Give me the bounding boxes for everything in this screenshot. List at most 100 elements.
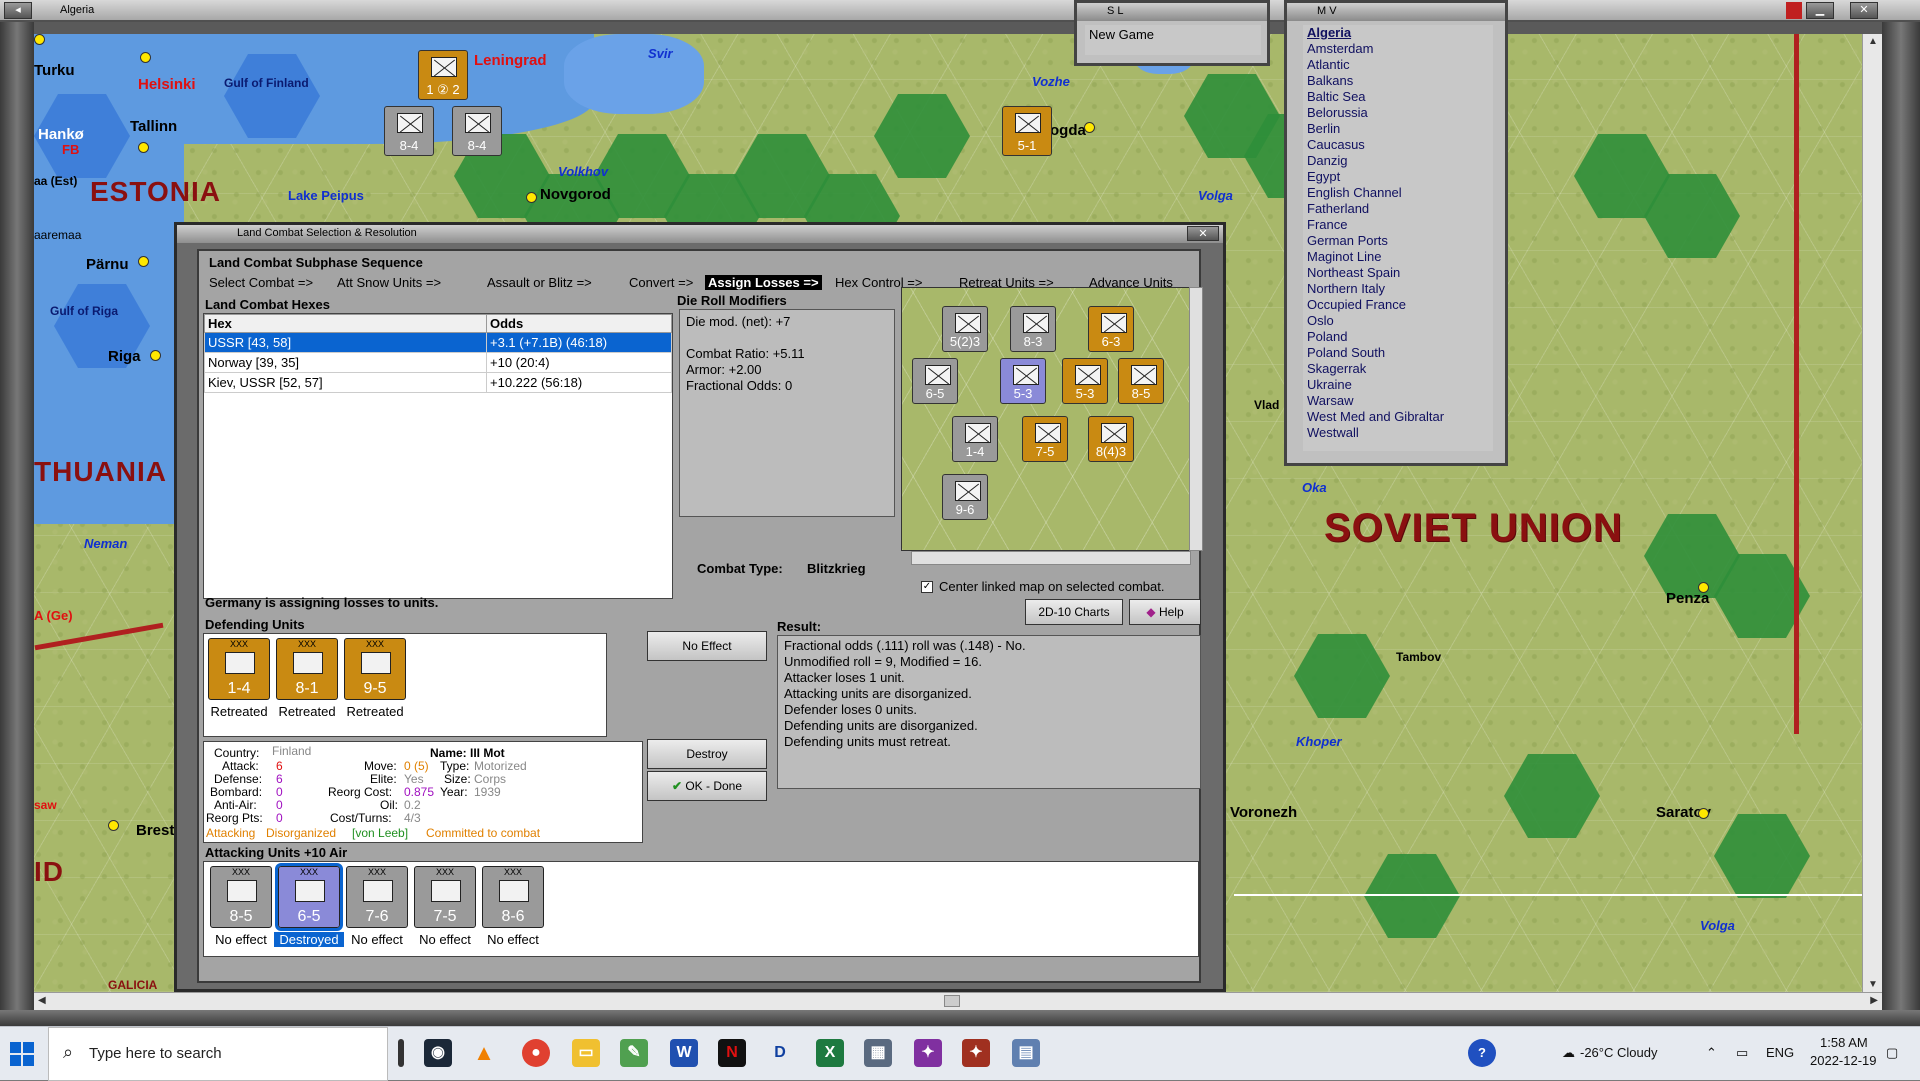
chrome-icon[interactable]: ● — [522, 1039, 550, 1067]
no-effect-button[interactable]: No Effect — [647, 631, 767, 661]
unit-counter[interactable]: XXX 6-5 — [275, 863, 343, 931]
map-view-item[interactable]: Egypt — [1303, 169, 1493, 185]
hex-cell: Kiev, USSR [52, 57] — [204, 372, 487, 393]
window-icon[interactable]: ▤ — [1012, 1039, 1040, 1067]
destroy-button[interactable]: Destroy — [647, 739, 767, 769]
mini-map[interactable]: 5(2)3 8-3 6-3 6-5 5-3 5-3 8-5 1-4 7-5 8(4)3 9-6 — [901, 287, 1191, 551]
disney-icon[interactable]: D — [766, 1039, 794, 1067]
network-icon[interactable]: ▭ — [1736, 1045, 1748, 1061]
calculator-icon[interactable]: ▦ — [864, 1039, 892, 1067]
dialog-close-button[interactable]: ✕ — [1187, 226, 1219, 241]
scroll-thumb[interactable] — [944, 995, 960, 1007]
map-vertical-scrollbar[interactable]: ▲ ▼ — [1862, 34, 1882, 992]
weather-text[interactable]: -26°C Cloudy — [1580, 1045, 1657, 1060]
task-view-icon[interactable] — [398, 1039, 404, 1067]
combat-hex-row[interactable]: Norway [39, 35] +10 (20:4) — [204, 352, 672, 373]
help-button[interactable]: ◆ Help — [1129, 599, 1201, 625]
sequence-step: Convert => — [629, 275, 694, 290]
map-view-item[interactable]: Poland — [1303, 329, 1493, 345]
center-linked-checkbox[interactable]: ✓ — [921, 581, 933, 593]
ok-done-button[interactable]: ✔ OK - Done — [647, 771, 767, 801]
map-view-item[interactable]: German Ports — [1303, 233, 1493, 249]
file-explorer-icon[interactable]: ▭ — [572, 1039, 600, 1067]
map-view-item[interactable]: Algeria — [1303, 25, 1493, 41]
forest-hex — [1364, 854, 1460, 938]
unit-counter[interactable]: XXX 7-6 — [346, 866, 408, 928]
sl-item-new-game[interactable]: New Game — [1085, 25, 1261, 44]
map-view-item[interactable]: Warsaw — [1303, 393, 1493, 409]
map-view-item[interactable]: Ukraine — [1303, 377, 1493, 393]
map-view-item[interactable]: Maginot Line — [1303, 249, 1493, 265]
city-dot — [138, 256, 149, 267]
mini-map-counter[interactable]: 8(4)3 — [1088, 416, 1134, 462]
unit-counter[interactable]: XXX 9-5 — [344, 638, 406, 700]
map-view-item[interactable]: Atlantic — [1303, 57, 1493, 73]
map-unit-counter[interactable]: 8-4 — [384, 106, 434, 156]
unit-type-icon — [1131, 365, 1157, 385]
close-button[interactable]: ✕ — [1850, 2, 1878, 19]
mini-map-counter[interactable]: 5-3 — [1000, 358, 1046, 404]
map-view-item[interactable]: Berlin — [1303, 121, 1493, 137]
unit-counter[interactable]: XXX 7-5 — [414, 866, 476, 928]
excel-icon[interactable]: X — [816, 1039, 844, 1067]
map-view-item[interactable]: Northeast Spain — [1303, 265, 1493, 281]
word-icon[interactable]: W — [670, 1039, 698, 1067]
map-unit-counter[interactable]: 5-1 — [1002, 106, 1052, 156]
mini-map-vscroll[interactable] — [1189, 287, 1203, 551]
vlc-icon[interactable]: ▲ — [470, 1039, 498, 1067]
map-view-item[interactable]: West Med and Gibraltar — [1303, 409, 1493, 425]
mini-map-counter[interactable]: 1-4 — [952, 416, 998, 462]
taskbar-search[interactable]: ⌕ Type here to search — [48, 1027, 388, 1081]
city-dot — [1084, 122, 1095, 133]
start-button[interactable] — [10, 1042, 34, 1066]
mini-map-counter[interactable]: 8-5 — [1118, 358, 1164, 404]
map-view-item[interactable]: Amsterdam — [1303, 41, 1493, 57]
map-view-item[interactable]: Belorussia — [1303, 105, 1493, 121]
map-view-item[interactable]: Balkans — [1303, 73, 1493, 89]
unit-counter[interactable]: XXX 8-6 — [482, 866, 544, 928]
clock-date[interactable]: 2022-12-19 — [1810, 1053, 1877, 1068]
map-view-item[interactable]: Occupied France — [1303, 297, 1493, 313]
system-menu-button[interactable]: ◂ — [4, 2, 32, 19]
help-tray-icon[interactable]: ? — [1468, 1039, 1496, 1067]
map-view-item[interactable]: Caucasus — [1303, 137, 1493, 153]
steam-icon[interactable]: ◉ — [424, 1039, 452, 1067]
map-view-item[interactable]: Northern Italy — [1303, 281, 1493, 297]
mini-map-counter[interactable]: 8-3 — [1010, 306, 1056, 352]
map-view-item[interactable]: Poland South — [1303, 345, 1493, 361]
mini-map-counter[interactable]: 5-3 — [1062, 358, 1108, 404]
notification-icon[interactable]: ▢ — [1886, 1045, 1898, 1061]
language-indicator[interactable]: ENG — [1766, 1045, 1794, 1060]
map-horizontal-scrollbar[interactable]: ◀ ▶ — [34, 992, 1882, 1010]
minimize-button[interactable]: ▁ — [1806, 2, 1834, 19]
mini-map-hscroll[interactable] — [911, 551, 1191, 565]
netflix-icon[interactable]: N — [718, 1039, 746, 1067]
map-view-item[interactable]: France — [1303, 217, 1493, 233]
unit-counter[interactable]: XXX 8-1 — [276, 638, 338, 700]
map-view-item[interactable]: Oslo — [1303, 313, 1493, 329]
combat-hex-row[interactable]: USSR [43, 58] +3.1 (+7.1B) (46:18) — [204, 332, 672, 353]
game-icon-active[interactable]: ✦ — [962, 1039, 990, 1067]
mini-map-counter[interactable]: 5(2)3 — [942, 306, 988, 352]
game-icon[interactable]: ✦ — [914, 1039, 942, 1067]
map-view-item[interactable]: Fatherland — [1303, 201, 1493, 217]
map-view-item[interactable]: English Channel — [1303, 185, 1493, 201]
map-view-item[interactable]: Westwall — [1303, 425, 1493, 441]
charts-button[interactable]: 2D-10 Charts — [1025, 599, 1123, 625]
mini-map-counter[interactable]: 9-6 — [942, 474, 988, 520]
map-view-item[interactable]: Baltic Sea — [1303, 89, 1493, 105]
clock-time[interactable]: 1:58 AM — [1820, 1035, 1868, 1050]
unit-counter[interactable]: XXX 1-4 — [208, 638, 270, 700]
mini-map-counter[interactable]: 6-5 — [912, 358, 958, 404]
map-unit-counter[interactable]: 8-4 — [452, 106, 502, 156]
notepad-icon[interactable]: ✎ — [620, 1039, 648, 1067]
map-unit-counter[interactable]: 1 ② 2 — [418, 50, 468, 100]
tray-chevron-icon[interactable]: ⌃ — [1706, 1045, 1717, 1061]
weather-icon[interactable]: ☁ — [1562, 1045, 1575, 1061]
unit-counter[interactable]: XXX 8-5 — [210, 866, 272, 928]
mini-map-counter[interactable]: 7-5 — [1022, 416, 1068, 462]
mini-map-counter[interactable]: 6-3 — [1088, 306, 1134, 352]
combat-hex-row[interactable]: Kiev, USSR [52, 57] +10.222 (56:18) — [204, 372, 672, 393]
map-view-item[interactable]: Skagerrak — [1303, 361, 1493, 377]
map-view-item[interactable]: Danzig — [1303, 153, 1493, 169]
